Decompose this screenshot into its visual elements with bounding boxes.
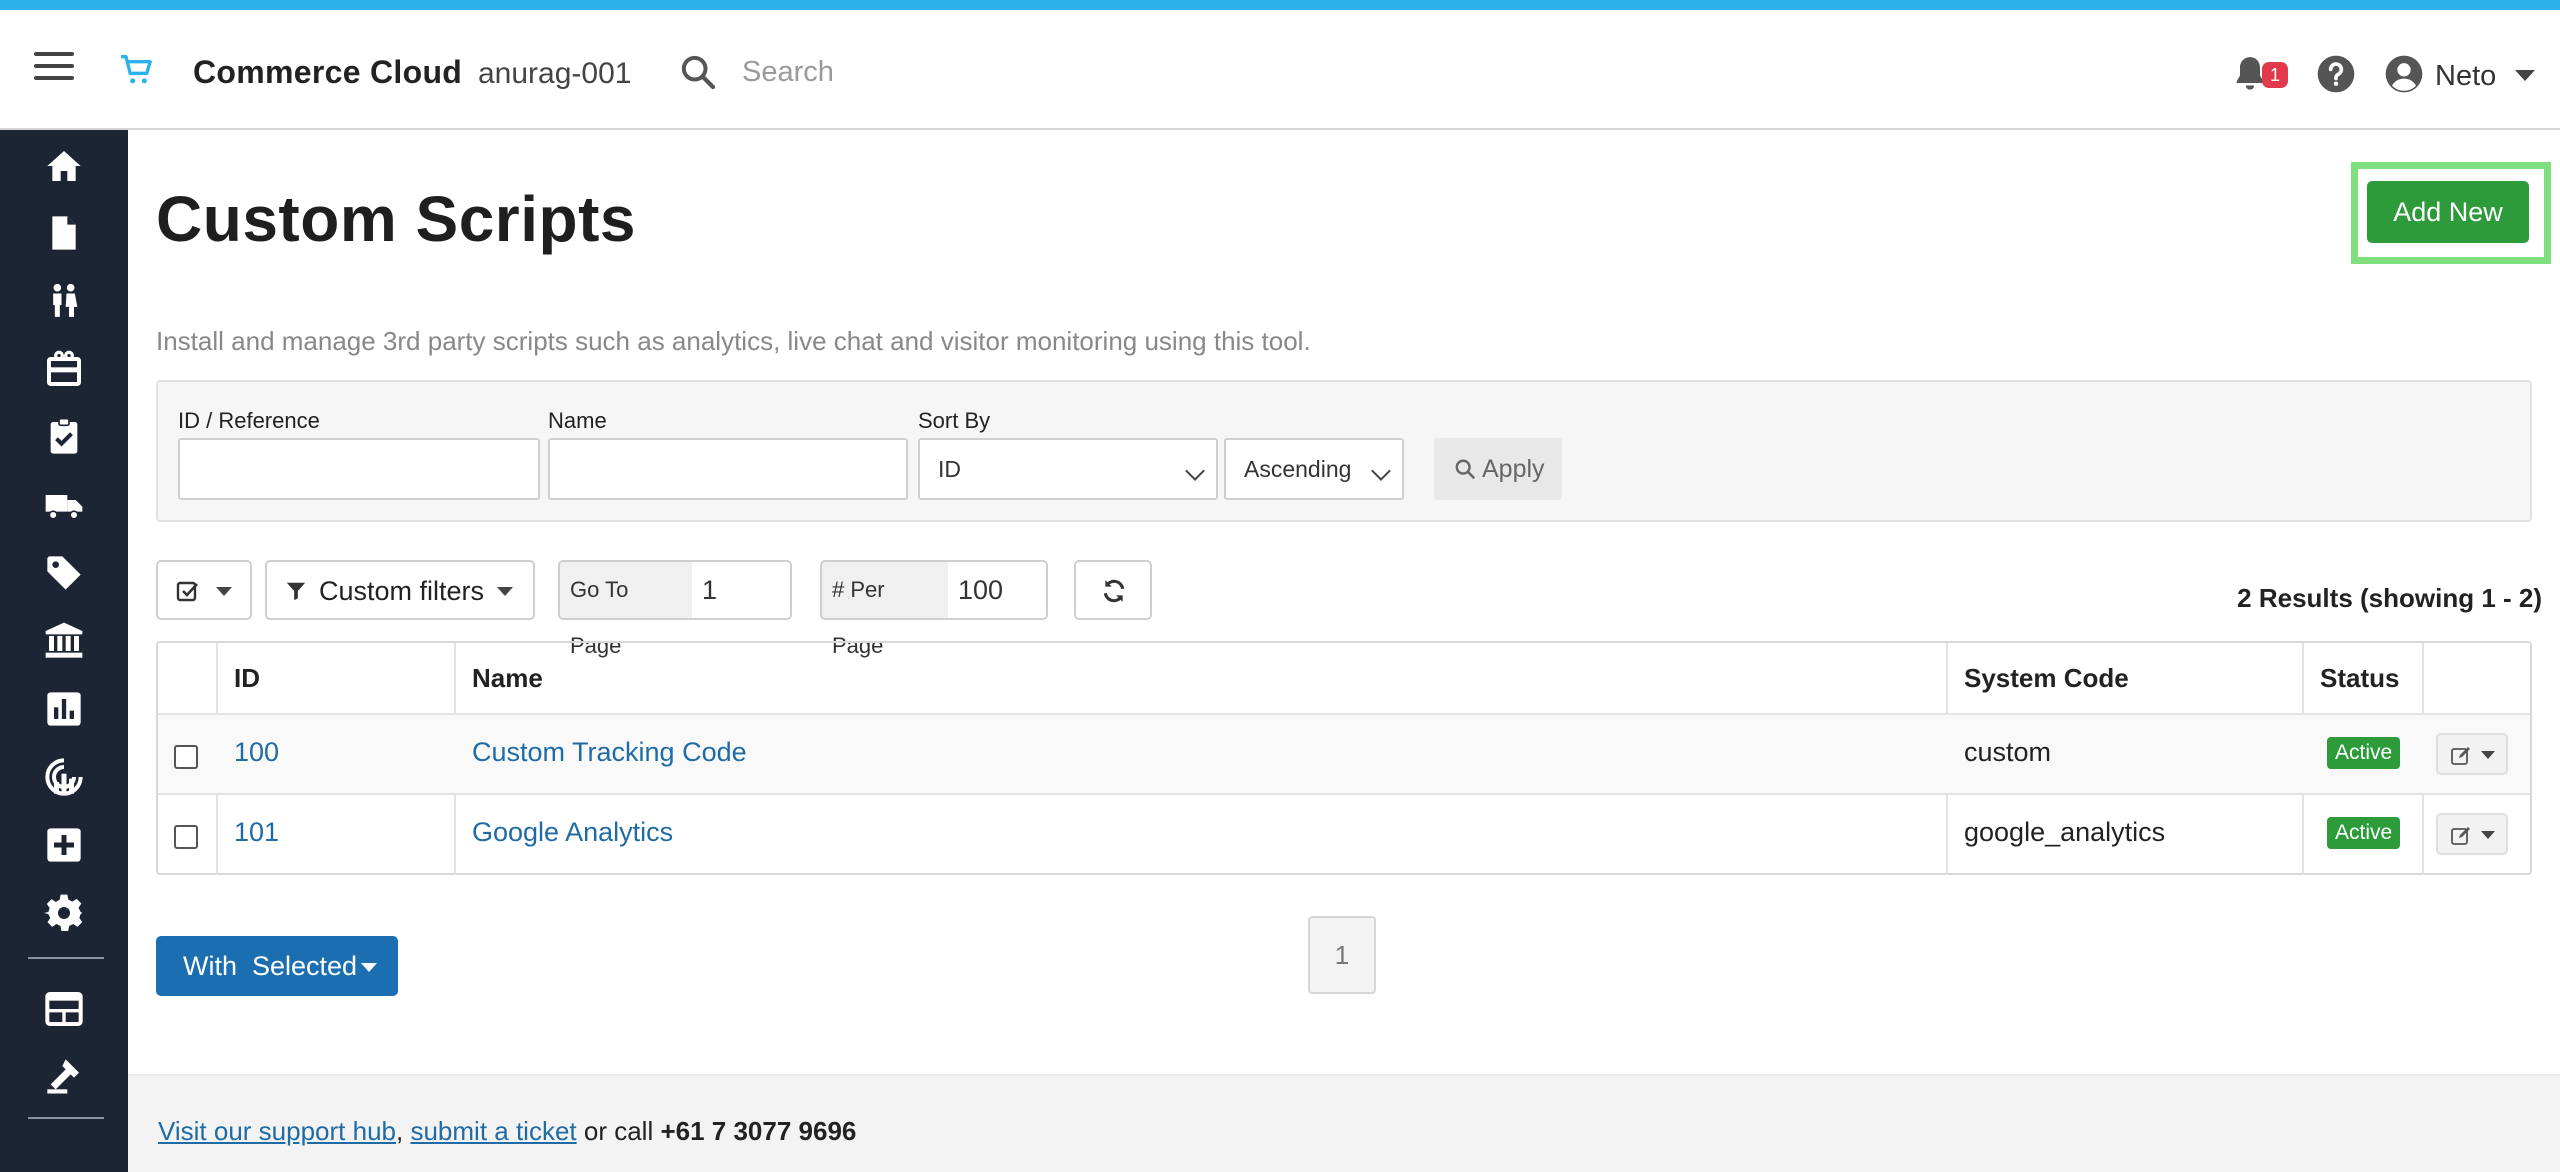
search-input[interactable] <box>742 48 1242 96</box>
layout-icon[interactable] <box>40 987 88 1031</box>
id-reference-label: ID / Reference <box>178 408 320 433</box>
cart-icon[interactable] <box>116 50 156 90</box>
filter-icon <box>286 582 306 601</box>
analytics-icon[interactable] <box>40 755 88 799</box>
main-content: Custom Scripts Add New Install and manag… <box>128 130 2560 1074</box>
per-page-input[interactable]: 100 <box>948 560 1048 620</box>
row-actions-dropdown[interactable] <box>2436 813 2508 855</box>
customers-icon[interactable] <box>40 279 88 323</box>
row-name-link[interactable]: Custom Tracking Code <box>472 737 747 768</box>
chevron-down-icon <box>1371 461 1391 481</box>
apply-button[interactable]: Apply <box>1434 438 1562 500</box>
column-header-system-code[interactable]: System Code <box>1964 643 2129 713</box>
page-description: Install and manage 3rd party scripts suc… <box>156 326 1311 356</box>
status-badge: Active <box>2327 817 2401 849</box>
sidebar-nav <box>0 130 128 1172</box>
chevron-down-icon <box>2481 751 2495 759</box>
support-hub-link[interactable]: Visit our support hub <box>158 1116 396 1146</box>
go-to-page-input[interactable]: 1 <box>692 560 792 620</box>
pagination-current-page[interactable]: 1 <box>1308 916 1376 994</box>
brand-name[interactable]: Commerce Cloud <box>193 54 462 91</box>
hamburger-menu-icon[interactable] <box>34 52 74 84</box>
submit-ticket-link[interactable]: submit a ticket <box>410 1116 576 1146</box>
row-id-link[interactable]: 100 <box>234 737 279 768</box>
sidebar-divider <box>28 957 104 959</box>
add-icon[interactable] <box>40 823 88 867</box>
select-all-dropdown[interactable] <box>156 560 252 620</box>
refresh-icon <box>1103 579 1125 603</box>
custom-filters-dropdown[interactable]: Custom filters <box>265 560 535 620</box>
sort-by-label: Sort By <box>918 408 991 433</box>
row-system-code: google_analytics <box>1964 817 2166 847</box>
bank-icon[interactable] <box>40 619 88 663</box>
name-input[interactable] <box>548 438 908 500</box>
sidebar-divider <box>28 1117 104 1119</box>
scripts-table: ID Name System Code Status 100 Custom Tr… <box>156 641 2532 875</box>
per-page-label: # Per Page <box>820 560 950 658</box>
page-title: Custom Scripts <box>156 183 636 255</box>
file-icon[interactable] <box>40 211 88 255</box>
column-header-id[interactable]: ID <box>234 643 260 713</box>
support-footer: Visit our support hub, submit a ticket o… <box>128 1074 2560 1172</box>
edit-icon <box>2451 747 2470 765</box>
search-icon[interactable] <box>678 52 718 92</box>
column-header-status[interactable]: Status <box>2320 643 2399 713</box>
name-label: Name <box>548 408 607 433</box>
support-line: Visit our support hub, submit a ticket o… <box>158 1116 856 1147</box>
chevron-down-icon <box>497 587 513 596</box>
separator-comma: , <box>396 1116 404 1146</box>
notification-count-badge: 1 <box>2262 62 2288 88</box>
edit-icon <box>2451 827 2470 845</box>
sort-order-select[interactable]: Ascending <box>1224 438 1404 500</box>
row-id-link[interactable]: 101 <box>234 817 279 848</box>
sort-order-value: Ascending <box>1244 456 1352 482</box>
chevron-down-icon <box>361 963 377 972</box>
search-icon <box>1455 459 1476 480</box>
top-header: Commerce Cloud anurag-001 1 Neto <box>0 10 2560 130</box>
home-icon[interactable] <box>40 144 88 188</box>
column-header-name[interactable]: Name <box>472 643 543 713</box>
chevron-down-icon <box>1185 461 1205 481</box>
row-checkbox[interactable] <box>174 825 198 849</box>
row-name-link[interactable]: Google Analytics <box>472 817 673 848</box>
table-row: 100 Custom Tracking Code custom Active <box>158 713 2530 793</box>
checkbox-checked-icon <box>176 581 198 602</box>
id-reference-input[interactable] <box>178 438 540 500</box>
go-to-page-label: Go To Page <box>558 560 694 658</box>
results-count: 2 Results (showing 1 - 2) <box>2237 583 2542 613</box>
chevron-down-icon[interactable] <box>2515 70 2535 81</box>
row-actions-dropdown[interactable] <box>2436 733 2508 775</box>
custom-filters-label: Custom filters <box>319 576 485 606</box>
marketing-icon[interactable] <box>40 347 88 391</box>
add-new-button[interactable]: Add New <box>2367 181 2529 243</box>
chevron-down-icon <box>216 587 232 596</box>
row-checkbox[interactable] <box>174 745 198 769</box>
reports-icon[interactable] <box>40 687 88 731</box>
settings-icon[interactable] <box>40 891 88 935</box>
row-system-code: custom <box>1964 737 2052 767</box>
sort-by-value: ID <box>938 456 961 482</box>
with-selected-button[interactable]: With Selected <box>156 936 398 996</box>
status-badge: Active <box>2327 737 2401 769</box>
refresh-button[interactable] <box>1074 560 1152 620</box>
support-phone: +61 7 3077 9696 <box>660 1116 857 1146</box>
filter-panel: ID / Reference Name Sort By ID Ascending… <box>156 380 2532 522</box>
tasks-icon[interactable] <box>40 415 88 459</box>
shipping-icon[interactable] <box>40 483 88 527</box>
apply-label: Apply <box>1482 455 1545 483</box>
call-text: or call <box>576 1116 661 1146</box>
tools-icon[interactable] <box>40 1054 88 1098</box>
user-avatar-icon[interactable] <box>2384 54 2424 94</box>
user-name[interactable]: Neto <box>2435 60 2496 93</box>
sort-by-select[interactable]: ID <box>918 438 1218 500</box>
with-selected-label: With Selected <box>183 950 358 981</box>
price-tag-icon[interactable] <box>40 551 88 595</box>
top-accent-bar <box>0 0 2560 10</box>
table-row: 101 Google Analytics google_analytics Ac… <box>158 793 2530 873</box>
store-name: anurag-001 <box>478 57 632 90</box>
add-new-highlight: Add New <box>2351 162 2551 264</box>
chevron-down-icon <box>2481 831 2495 839</box>
help-icon[interactable] <box>2316 54 2356 94</box>
